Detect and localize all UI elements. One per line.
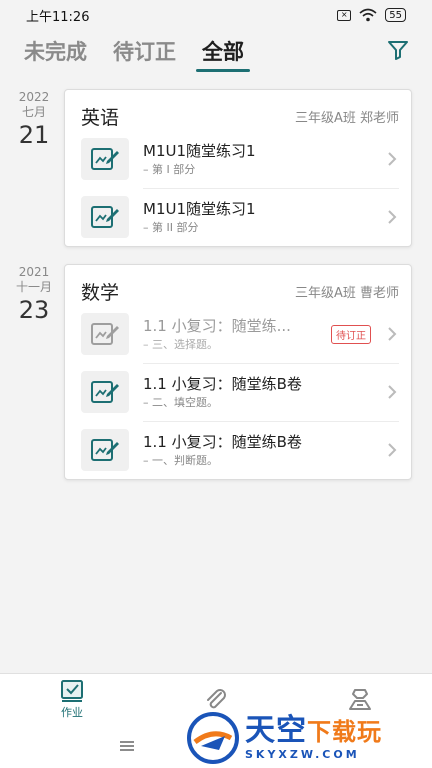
tab-to-correct[interactable]: 待订正: [113, 30, 176, 72]
date-month: 十一月: [15, 280, 52, 294]
wifi-icon: [359, 8, 377, 22]
date-day: 23: [18, 296, 50, 324]
assignment-title: 1.1 小复习：随堂练...: [143, 317, 291, 335]
subject-card-english: 英语 三年级A班 郑老师 M1U1随堂练习1 – 第 I 部分 M1U1随堂练习…: [64, 89, 412, 247]
subject-title: 英语: [81, 107, 120, 129]
doc-edit-icon: [81, 313, 129, 355]
sim-icon: ×: [337, 9, 352, 21]
watermark-en: SKYXZW.COM: [245, 748, 360, 761]
nav-homework[interactable]: 作业: [0, 674, 144, 725]
date-month: 七月: [21, 105, 46, 119]
assignment-part: – 二、填空题。: [143, 396, 218, 409]
doc-edit-icon: [81, 371, 129, 413]
class-teacher-info: 三年级A班 郑老师: [294, 111, 399, 126]
watermark-cn-main: 天空: [245, 713, 307, 748]
assignment-item[interactable]: 1.1 小复习：随堂练B卷 – 一、判断题。: [65, 421, 411, 479]
assignment-part: – 三、选择题。: [143, 338, 218, 351]
assignment-item[interactable]: 1.1 小复习：随堂练... – 三、选择题。 待订正: [65, 305, 411, 363]
assignment-part: – 第 II 部分: [143, 221, 199, 234]
funnel-icon[interactable]: [386, 38, 410, 62]
chevron-right-icon: [381, 384, 403, 400]
chevron-right-icon: [381, 326, 403, 342]
doc-edit-icon: [81, 429, 129, 471]
doc-edit-icon: [81, 138, 129, 180]
planet-logo-icon: [187, 712, 239, 764]
date-year: 2022: [18, 90, 50, 104]
tab-bar: 未完成 待订正 全部: [0, 30, 432, 78]
battery-indicator: 55: [385, 8, 406, 22]
assignment-part: – 第 I 部分: [143, 163, 196, 176]
watermark-logo: 天空下载玩 SKYXZW.COM: [185, 708, 430, 768]
assignment-part: – 一、判断题。: [143, 454, 218, 467]
date-group-2: 2021 十一月 23: [12, 265, 56, 325]
status-icons: × 55: [337, 8, 406, 22]
menu-lines-icon[interactable]: [120, 740, 134, 752]
assignment-title: 1.1 小复习：随堂练B卷: [143, 433, 302, 451]
homework-check-icon: [61, 679, 83, 702]
chevron-right-icon: [381, 209, 403, 225]
assignment-item[interactable]: M1U1随堂练习1 – 第 II 部分: [65, 188, 411, 246]
nav-homework-label: 作业: [61, 705, 83, 719]
date-group-1: 2022 七月 21: [12, 90, 56, 150]
status-time: 上午11:26: [26, 9, 90, 25]
card-header: 英语 三年级A班 郑老师: [65, 90, 411, 130]
assignment-item[interactable]: M1U1随堂练习1 – 第 I 部分: [65, 130, 411, 188]
status-bar: 上午11:26 × 55: [0, 0, 432, 30]
watermark-cn-accent: 下载玩: [307, 718, 382, 746]
doc-edit-icon: [81, 196, 129, 238]
assignment-item[interactable]: 1.1 小复习：随堂练B卷 – 二、填空题。: [65, 363, 411, 421]
assignment-title: M1U1随堂练习1: [143, 200, 256, 218]
subject-card-math: 数学 三年级A班 曹老师 1.1 小复习：随堂练... – 三、选择题。 待订正: [64, 264, 412, 480]
assignment-title: 1.1 小复习：随堂练B卷: [143, 375, 302, 393]
tab-incomplete[interactable]: 未完成: [24, 30, 87, 72]
card-header: 数学 三年级A班 曹老师: [65, 265, 411, 305]
date-year: 2021: [18, 265, 50, 279]
date-day: 21: [18, 121, 50, 149]
assignment-title: M1U1随堂练习1: [143, 142, 256, 160]
subject-title: 数学: [81, 282, 120, 304]
class-teacher-info: 三年级A班 曹老师: [294, 286, 399, 301]
tab-all[interactable]: 全部: [196, 30, 250, 72]
chevron-right-icon: [381, 151, 403, 167]
chevron-right-icon: [381, 442, 403, 458]
to-correct-badge: 待订正: [331, 324, 371, 344]
